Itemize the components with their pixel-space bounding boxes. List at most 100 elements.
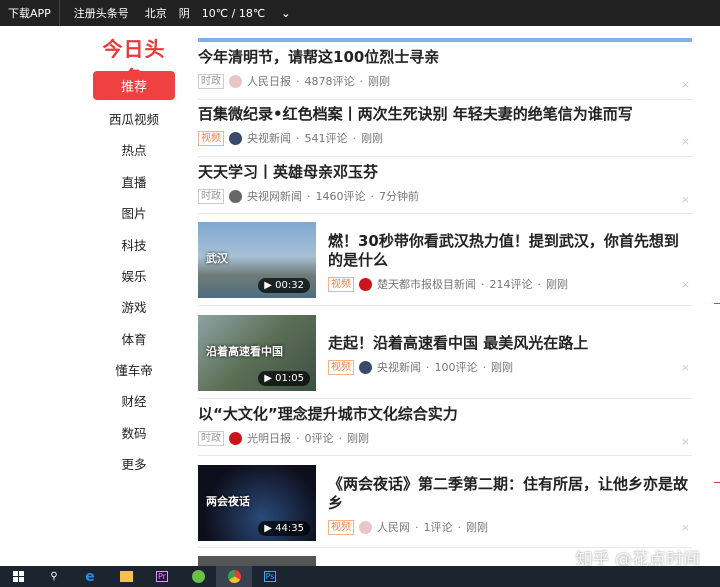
source[interactable]: 人民网 [377,519,410,535]
windows-start-icon[interactable] [0,566,36,587]
nav-item[interactable]: 图片 [93,203,175,222]
article-title[interactable]: 《两会夜话》第二季第二期：住有所居，让他乡亦是故乡 [328,475,692,513]
close-icon[interactable]: × [681,193,690,206]
green-app-icon[interactable] [180,566,216,587]
nav-item[interactable]: 财经 [93,391,175,410]
article-title[interactable]: 今年清明节，请帮这100位烈士寻亲 [198,48,692,67]
comment-count[interactable]: 4878评论 [305,73,355,89]
source[interactable]: 人民日报 [247,73,291,89]
play-icon: ▶ [264,523,276,534]
article-item[interactable]: 两会夜话 ▶ 44:35 《两会夜话》第二季第二期：住有所居，让他乡亦是故乡 视… [198,465,692,548]
source[interactable]: 央视新闻 [377,359,421,375]
chevron-down-icon[interactable]: ⌄ [273,7,298,20]
article-meta: 视频 央视新闻 · 541评论 · 刚刚 [198,130,692,146]
search-icon[interactable]: ⚲ [36,566,72,587]
category-tag: 视频 [328,519,354,535]
nav-item[interactable]: 娱乐 [93,266,175,285]
source-avatar-icon [229,131,242,145]
close-icon[interactable]: × [681,135,690,148]
article-item[interactable]: 天天学习丨英雄母亲邓玉芬 时政 央视网新闻 · 1460评论 · 7分钟前 × [198,163,692,214]
close-icon[interactable]: × [681,278,690,291]
photoshop-icon[interactable]: Ps [252,566,288,587]
category-tag: 时政 [198,430,224,446]
register-link[interactable]: 注册头条号 [60,5,137,21]
time: 刚刚 [466,521,488,534]
nav-item[interactable]: 数码 [93,423,175,442]
nav-item[interactable]: 懂车帝 [93,360,175,379]
edge-mark [714,303,720,304]
article-item[interactable]: 百集微纪录•红色档案丨两次生死诀别 年轻夫妻的绝笔信为谁而写 视频 央视新闻 · … [198,105,692,157]
comment-count[interactable]: 1460评论 [316,188,366,204]
temperature: 10℃ / 18℃ [201,6,266,20]
nav-item[interactable]: 直播 [93,172,175,191]
source-avatar-icon [229,431,242,445]
video-duration: ▶ 00:32 [258,278,310,293]
nav-item[interactable]: 游戏 [93,297,175,316]
nav-item[interactable]: 科技 [93,235,175,254]
source-avatar-icon [229,74,242,88]
video-thumbnail[interactable]: 两会夜话 ▶ 44:35 [198,465,316,541]
category-tag: 时政 [198,73,224,89]
close-icon[interactable]: × [681,521,690,534]
time: 刚刚 [546,278,568,291]
comment-count[interactable]: 1评论 [424,519,453,535]
thumbnail-text: 沿着高速看中国 [206,345,283,358]
source[interactable]: 楚天都市报极目新闻 [377,276,476,292]
source[interactable]: 央视新闻 [247,130,291,146]
category-tag: 视频 [198,130,224,146]
weather: 阴 [178,7,190,20]
video-duration: ▶ 01:05 [258,371,310,386]
category-tag: 视频 [328,276,354,292]
taskbar: ⚲ e Pr Ps [0,566,720,587]
close-icon[interactable]: × [681,435,690,448]
article-title[interactable]: 天天学习丨英雄母亲邓玉芬 [198,163,692,182]
source-avatar-icon [359,520,372,534]
download-app-link[interactable]: 下载APP [0,0,60,26]
edge-icon[interactable]: e [72,566,108,587]
article-meta: 视频 央视新闻 · 100评论 · 刚刚 [328,359,692,375]
nav-item[interactable]: 西瓜视频 [93,109,175,128]
nav-item[interactable]: 体育 [93,329,175,348]
nav-item[interactable]: 热点 [93,140,175,159]
source[interactable]: 光明日报 [247,430,291,446]
article-title[interactable]: 百集微纪录•红色档案丨两次生死诀别 年轻夫妻的绝笔信为谁而写 [198,105,692,124]
comment-count[interactable]: 214评论 [490,276,533,292]
video-thumbnail[interactable] [198,556,316,566]
time: 刚刚 [361,132,383,145]
article-title[interactable]: 走起！沿着高速看中国 最美风光在路上 [328,334,692,353]
file-explorer-icon[interactable] [108,566,144,587]
nav-item-recommend[interactable]: 推荐 [93,71,175,100]
article-meta: 时政 光明日报 · 0评论 · 刚刚 [198,430,692,446]
article-meta: 时政 人民日报 · 4878评论 · 刚刚 [198,73,692,89]
close-icon[interactable]: × [681,361,690,374]
comment-count[interactable]: 100评论 [435,359,478,375]
article-item[interactable]: 今年清明节，请帮这100位烈士寻亲 时政 人民日报 · 4878评论 · 刚刚 × [198,48,692,100]
article-meta: 时政 央视网新闻 · 1460评论 · 7分钟前 [198,188,692,204]
article-meta: 视频 楚天都市报极目新闻 · 214评论 · 刚刚 [328,276,692,292]
source-avatar-icon [359,277,372,291]
close-icon[interactable]: × [681,78,690,91]
comment-count[interactable]: 0评论 [305,430,334,446]
video-thumbnail[interactable]: 武汉 ▶ 00:32 [198,222,316,298]
chrome-icon[interactable] [216,566,252,587]
play-icon: ▶ [264,280,276,291]
article-title[interactable]: 以“大文化”理念提升城市文化综合实力 [198,405,692,424]
article-item[interactable]: 沿着高速看中国 ▶ 01:05 走起！沿着高速看中国 最美风光在路上 视频 央视… [198,315,692,399]
category-tag: 视频 [328,359,354,375]
city[interactable]: 北京 [137,5,175,21]
thumbnail-text: 武汉 [206,252,228,265]
article-item[interactable]: 以“大文化”理念提升城市文化综合实力 时政 光明日报 · 0评论 · 刚刚 × [198,405,692,456]
source[interactable]: 央视网新闻 [247,188,302,204]
time: 刚刚 [347,432,369,445]
edge-mark [714,482,720,483]
article-title[interactable]: 燃！30秒带你看武汉热力值！提到武汉，你首先想到的是什么 [328,232,692,270]
article-meta: 视频 人民网 · 1评论 · 刚刚 [328,519,692,535]
premiere-icon[interactable]: Pr [144,566,180,587]
nav-item[interactable]: 更多 [93,454,175,473]
article-item[interactable]: 武汉 ▶ 00:32 燃！30秒带你看武汉热力值！提到武汉，你首先想到的是什么 … [198,222,692,306]
top-bar: 下载APP 注册头条号 北京 阴 10℃ / 18℃ ⌄ [0,0,720,26]
time: 刚刚 [368,75,390,88]
comment-count[interactable]: 541评论 [305,130,348,146]
video-thumbnail[interactable]: 沿着高速看中国 ▶ 01:05 [198,315,316,391]
time: 刚刚 [491,361,513,374]
